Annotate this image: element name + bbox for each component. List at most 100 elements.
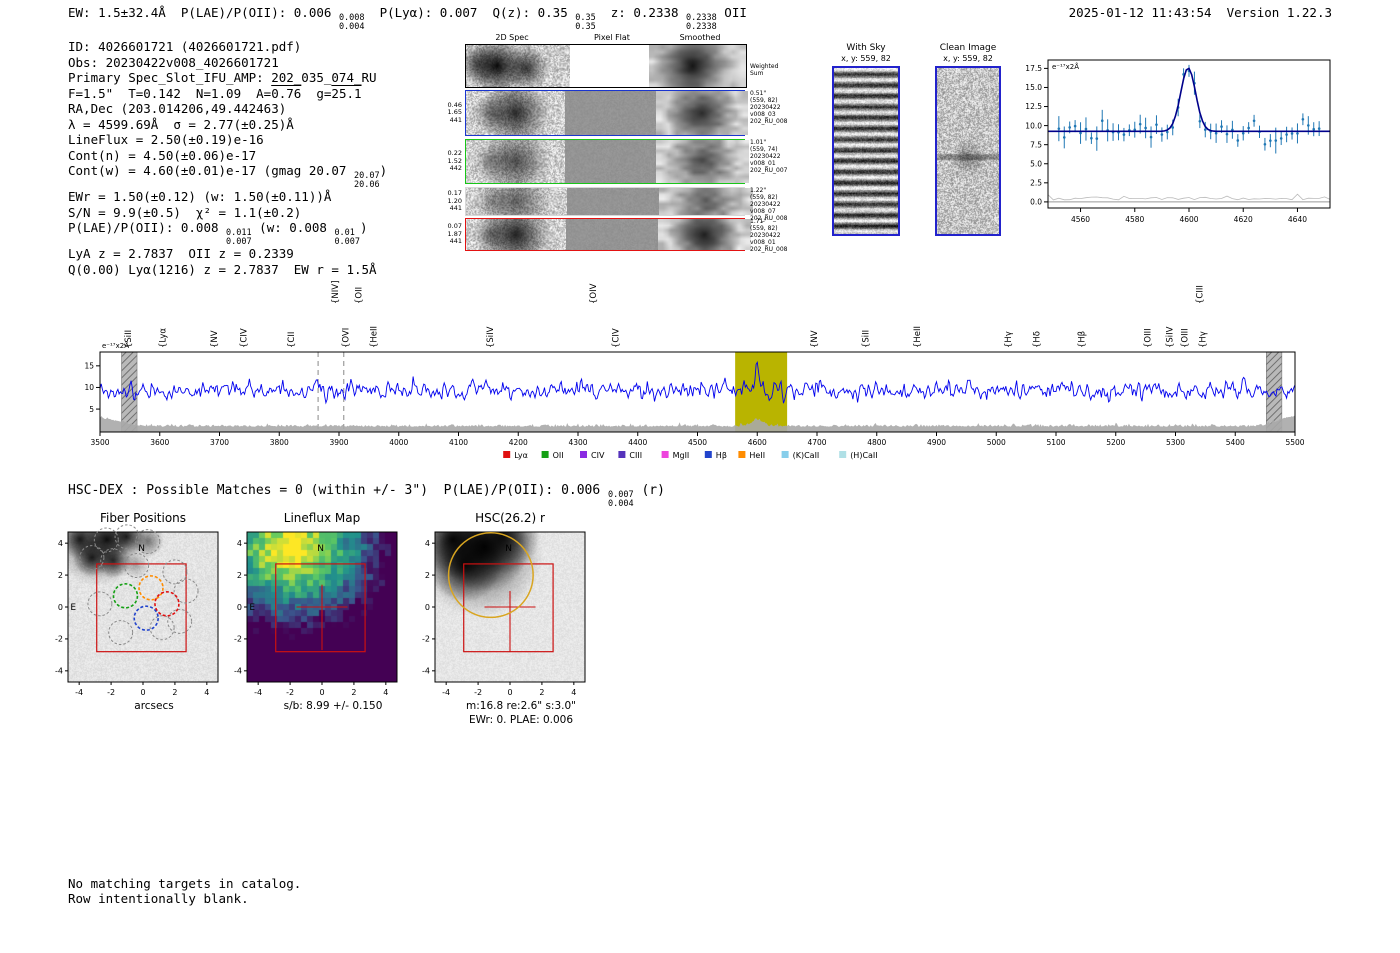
svg-text:4900: 4900 xyxy=(927,438,946,447)
cutout-title-lineflux-map: Lineflux Map xyxy=(283,511,361,525)
svg-text:-4: -4 xyxy=(442,688,450,697)
svg-text:0: 0 xyxy=(425,603,430,612)
fiber-row-right-label: 0.51" (559, 82) 20230422 v008_03 202_RU_008 xyxy=(750,90,788,125)
emission-line-marker: {Hγ xyxy=(1198,331,1208,348)
gaussian-fit-line xyxy=(1048,67,1330,133)
clean-image-title: Clean Image xyxy=(939,43,997,53)
svg-text:3900: 3900 xyxy=(329,438,348,447)
info-line: F=1.5" T=0.142 N=1.09 A=0.76 g=25.1 xyxy=(68,85,362,101)
lineflux-map-panel: -4 -4 -2 -2 0 0 2 2 4 4 N E xyxy=(227,524,439,724)
svg-text:4400: 4400 xyxy=(628,438,647,447)
lineflux-map-overlay: -4 -4 -2 -2 0 0 2 2 4 4 N E xyxy=(234,531,398,697)
legend-label: MgII xyxy=(673,451,690,460)
emission-line-marker: {HeII xyxy=(913,326,923,348)
svg-text:10.0: 10.0 xyxy=(1025,121,1042,130)
fiber-circle xyxy=(124,553,150,578)
emission-line-marker: {OIII xyxy=(1143,328,1153,348)
fiber-row-left-label: 0.22 1.52 442 xyxy=(447,149,462,173)
svg-text:0: 0 xyxy=(140,688,145,697)
hsc-caption-1: m:16.8 re:2.6" s:3.0" xyxy=(466,700,576,712)
legend-label: Hβ xyxy=(716,451,727,460)
row-pixelflat-image xyxy=(565,140,657,183)
info-line: EWr = 1.50(±0.12) (w: 1.50(±0.11))Å xyxy=(68,189,332,204)
hsc-r-overlay: -4 -4 -2 -2 0 0 2 2 4 4 N xyxy=(422,531,586,697)
svg-text:2: 2 xyxy=(539,688,544,697)
with-sky-title: With Sky xyxy=(846,43,886,53)
fiber-circle xyxy=(114,524,140,550)
svg-text:3700: 3700 xyxy=(210,438,229,447)
svg-text:4580: 4580 xyxy=(1125,215,1144,224)
legend-label: HeII xyxy=(749,451,765,460)
svg-text:-2: -2 xyxy=(234,635,242,644)
svg-text:0.0: 0.0 xyxy=(1030,198,1042,207)
svg-text:4600: 4600 xyxy=(1179,215,1198,224)
fiber-circle xyxy=(100,548,126,574)
hsc-dex-summary: HSC-DEX : Possible Matches = 0 (within +… xyxy=(68,483,665,509)
svg-text:4: 4 xyxy=(237,539,242,548)
compass-north-label: N xyxy=(317,544,324,554)
svg-text:2: 2 xyxy=(172,688,177,697)
svg-text:4800: 4800 xyxy=(867,438,886,447)
weighted-fiber-circle xyxy=(154,591,180,617)
elixer-report-page: EW: 1.5±32.4Å P(LAE)/P(OII): 0.006 0.008… xyxy=(0,0,1400,953)
emission-line-marker: {OIII xyxy=(1180,328,1190,348)
legend-label: CIII xyxy=(629,451,642,460)
svg-text:5200: 5200 xyxy=(1106,438,1125,447)
fiber-row-left-label: 0.17 1.20 441 xyxy=(447,189,462,213)
svg-text:10: 10 xyxy=(84,383,94,392)
fiber-circle xyxy=(108,620,134,645)
svg-text:0: 0 xyxy=(237,603,242,612)
clean-image xyxy=(937,68,999,234)
info-line: P(LAE)/P(OII): 0.008 0.011 0.007 (w: 0.00… xyxy=(68,220,368,247)
svg-text:17.5: 17.5 xyxy=(1025,64,1042,73)
svg-text:0: 0 xyxy=(58,603,63,612)
summary-header: EW: 1.5±32.4Å P(LAE)/P(OII): 0.006 0.008… xyxy=(68,5,747,32)
svg-text:-4: -4 xyxy=(75,688,83,697)
row-pixelflat-image xyxy=(565,91,657,135)
emission-line-marker: {SiIV xyxy=(486,326,496,348)
emission-line-marker: {OIV xyxy=(589,283,599,304)
error-box xyxy=(275,563,366,653)
info-line: S/N = 9.9(±0.5) χ² = 1.1(±0.2) xyxy=(68,204,302,220)
emission-line-marker: {SiIV xyxy=(1166,326,1176,348)
svg-text:e⁻¹⁷x2Å: e⁻¹⁷x2Å xyxy=(1052,62,1079,71)
svg-text:7.5: 7.5 xyxy=(1030,140,1042,149)
svg-text:5500: 5500 xyxy=(1285,438,1304,447)
lineflux-caption: s/b: 8.99 +/- 0.150 xyxy=(283,700,383,712)
svg-text:2.5: 2.5 xyxy=(1030,179,1042,188)
row-2dspec-image xyxy=(466,219,567,250)
info-line: RA,Dec (203.014206,49.442463) xyxy=(68,101,287,116)
info-line: Obs: 20230422v008_4026601721 xyxy=(68,54,279,70)
fiber-row-left-label: 0.07 1.87 441 xyxy=(447,222,462,246)
fiber-row-images xyxy=(465,90,749,136)
line-fit-chart: 4560 4580 4600 4620 4640 0.0 2.5 5.0 7.5 10.0 12.5… xyxy=(1025,59,1331,224)
svg-text:4000: 4000 xyxy=(389,438,408,447)
svg-text:-4: -4 xyxy=(55,667,63,676)
clean-image-coords: x, y: 559, 82 xyxy=(943,54,993,63)
svg-text:4200: 4200 xyxy=(509,438,528,447)
weighted-fiber-circle xyxy=(138,575,164,601)
svg-text:-2: -2 xyxy=(55,635,63,644)
row-smoothed-image xyxy=(656,91,749,135)
weighted-sum-2d-image xyxy=(466,45,571,87)
row-smoothed-image xyxy=(658,219,752,250)
svg-text:4: 4 xyxy=(425,539,430,548)
with-sky-coords: x, y: 559, 82 xyxy=(841,54,891,63)
svg-text:4620: 4620 xyxy=(1234,215,1253,224)
weighted-sum-smoothed-image xyxy=(649,45,746,87)
col-header-smoothed: Smoothed xyxy=(679,33,721,42)
compass-east-label: E xyxy=(70,603,76,613)
svg-text:4300: 4300 xyxy=(568,438,587,447)
svg-text:5400: 5400 xyxy=(1226,438,1245,447)
fiber-row-left-label: 0.46 1.65 441 xyxy=(447,100,462,124)
weighted-sum-strip xyxy=(465,44,747,88)
fiber-row-images xyxy=(465,139,749,184)
fiber-circle xyxy=(79,545,105,570)
svg-text:-4: -4 xyxy=(254,688,262,697)
compass-north-label: N xyxy=(505,544,512,554)
fiber-row-images xyxy=(465,187,753,216)
fiber-row-right-label: 1.22" (559, 82) 20230422 v008_07 202_RU_008 xyxy=(750,187,788,222)
svg-text:0: 0 xyxy=(319,688,324,697)
svg-text:5: 5 xyxy=(89,405,94,414)
svg-text:12.5: 12.5 xyxy=(1025,102,1042,111)
